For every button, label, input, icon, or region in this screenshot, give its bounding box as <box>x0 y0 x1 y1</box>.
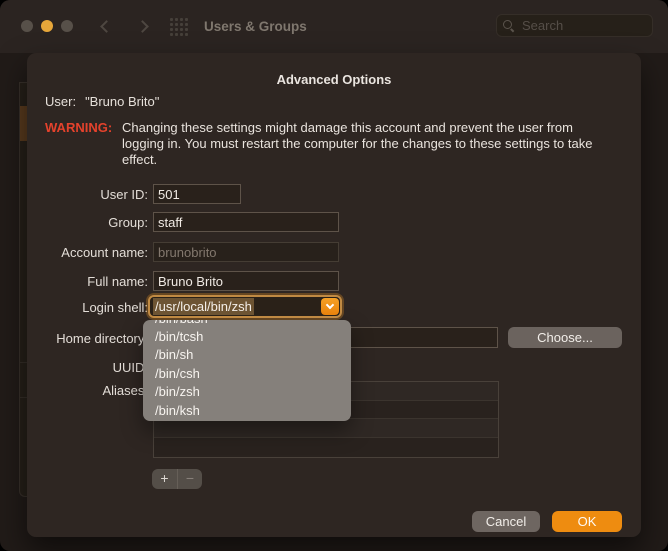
aliases-add-remove-control: + − <box>152 469 202 489</box>
users-groups-window: Users & Groups Advanced Options User: "Br… <box>0 0 668 551</box>
user-id-label: User ID: <box>27 187 148 202</box>
advanced-options-sheet: Advanced Options User: "Bruno Brito" WARN… <box>27 53 641 537</box>
login-shell-label: Login shell: <box>27 300 148 315</box>
remove-alias-button[interactable]: − <box>177 469 202 489</box>
account-name-field <box>153 242 339 262</box>
login-shell-combobox[interactable]: /usr/local/bin/zsh <box>148 295 342 318</box>
dropdown-item[interactable]: /bin/sh <box>143 346 351 364</box>
forward-icon[interactable] <box>136 20 149 33</box>
dropdown-item[interactable]: /bin/ksh <box>143 402 351 420</box>
titlebar: Users & Groups <box>0 0 668 53</box>
minimize-button[interactable] <box>41 20 53 32</box>
user-id-field[interactable] <box>153 184 241 204</box>
ok-button[interactable]: OK <box>552 511 622 532</box>
full-name-field[interactable] <box>153 271 339 291</box>
aliases-row <box>154 438 498 457</box>
aliases-label: Aliases: <box>27 383 148 398</box>
dropdown-item[interactable]: /bin/zsh <box>143 383 351 401</box>
dropdown-item[interactable]: /bin/bash <box>143 320 351 328</box>
uuid-label: UUID: <box>27 360 148 375</box>
login-shell-dropdown-menu: /bin/bash /bin/tcsh /bin/sh /bin/csh /bi… <box>143 320 351 421</box>
warning-label: WARNING: <box>45 120 112 135</box>
back-icon[interactable] <box>100 20 113 33</box>
dropdown-item[interactable]: /bin/tcsh <box>143 328 351 346</box>
user-row: User: "Bruno Brito" <box>45 94 159 109</box>
full-name-label: Full name: <box>27 274 148 289</box>
add-alias-button[interactable]: + <box>152 469 177 489</box>
search-field[interactable] <box>496 14 653 37</box>
cancel-button[interactable]: Cancel <box>472 511 540 532</box>
dropdown-clipped-item-wrap: /bin/bash <box>143 320 351 328</box>
account-name-label: Account name: <box>27 245 148 260</box>
sheet-title: Advanced Options <box>27 72 641 87</box>
close-button[interactable] <box>21 20 33 32</box>
group-field[interactable] <box>153 212 339 232</box>
warning-text: Changing these settings might damage thi… <box>122 120 616 168</box>
aliases-row <box>154 419 498 438</box>
dropdown-item[interactable]: /bin/csh <box>143 365 351 383</box>
user-value: "Bruno Brito" <box>85 94 159 109</box>
login-shell-value: /usr/local/bin/zsh <box>153 298 254 315</box>
chevron-down-icon <box>326 301 334 309</box>
group-label: Group: <box>27 215 148 230</box>
home-directory-label: Home directory: <box>27 331 148 346</box>
window-title: Users & Groups <box>204 19 307 34</box>
combo-dropdown-button[interactable] <box>321 298 339 315</box>
search-icon <box>503 20 515 32</box>
zoom-button[interactable] <box>61 20 73 32</box>
show-all-grid-icon[interactable] <box>170 18 188 36</box>
choose-button[interactable]: Choose... <box>508 327 622 348</box>
search-input[interactable] <box>520 17 646 34</box>
user-label: User: <box>45 94 76 109</box>
